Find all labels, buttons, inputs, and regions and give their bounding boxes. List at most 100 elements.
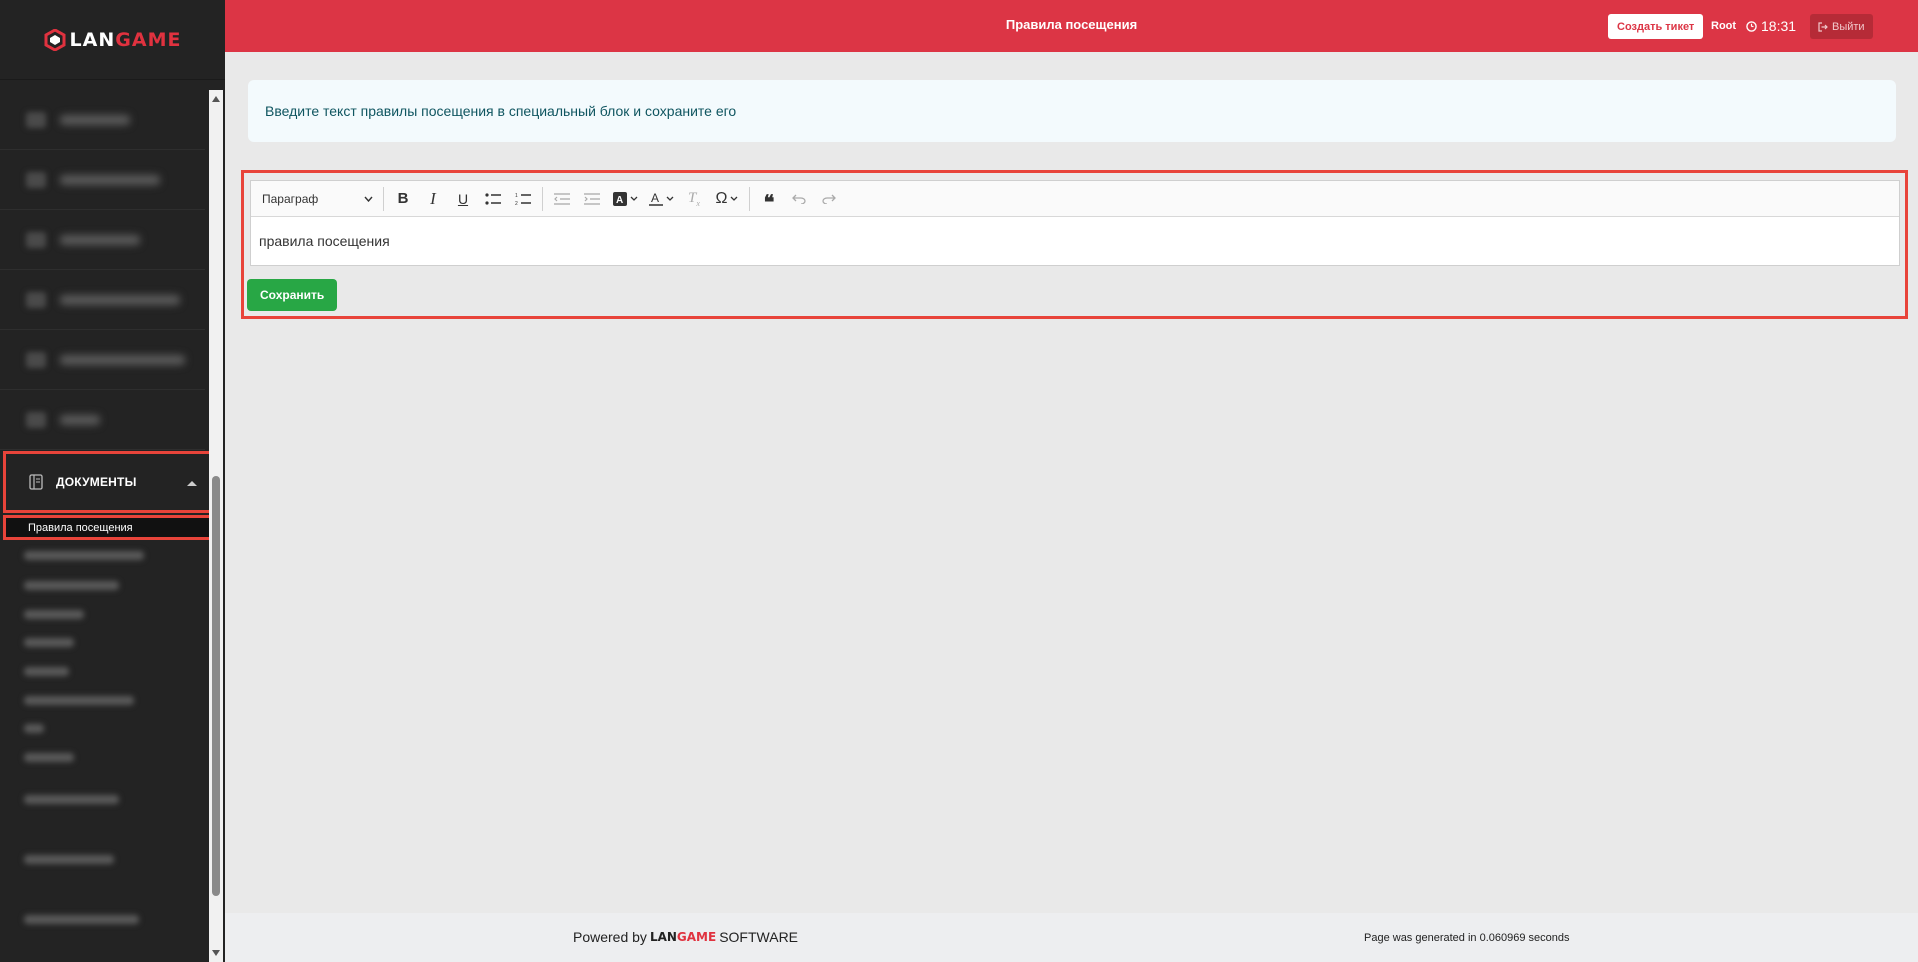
italic-button[interactable]: I <box>418 185 448 213</box>
blurred-subitem[interactable] <box>24 667 69 676</box>
paragraph-style-value: Параграф <box>262 191 319 206</box>
editor-toolbar: Параграф B I U 1 2 A A Tx Ω ❝ <box>251 181 1899 217</box>
blurred-label <box>60 234 140 245</box>
special-characters-dropdown[interactable]: Ω <box>709 185 745 213</box>
logo[interactable]: LANGAME <box>0 0 225 80</box>
blockquote-button[interactable]: ❝ <box>754 185 784 213</box>
blurred-subitem[interactable] <box>24 795 119 804</box>
blurred-subitem[interactable] <box>24 610 84 619</box>
footer: Powered by LANGAME SOFTWARE Page was gen… <box>225 913 1918 962</box>
redo-button[interactable] <box>814 185 844 213</box>
svg-text:2: 2 <box>515 201 518 205</box>
underline-button[interactable]: U <box>448 185 478 213</box>
blurred-label <box>60 414 100 425</box>
bold-button[interactable]: B <box>388 185 418 213</box>
blurred-subitem[interactable] <box>24 696 134 705</box>
blurred-label <box>60 114 130 125</box>
caret-up-icon <box>187 481 197 486</box>
blurred-icon <box>26 111 46 128</box>
blurred-subitem[interactable] <box>24 724 44 733</box>
remove-format-icon: Tx <box>688 189 700 208</box>
highlight-dropdown[interactable]: A <box>607 185 643 213</box>
editor-section: Параграф B I U 1 2 A A Tx Ω ❝ правила по… <box>241 170 1908 319</box>
blockquote-icon: ❝ <box>763 189 775 214</box>
info-alert-text: Введите текст правилы посещения в специа… <box>265 103 737 119</box>
rich-text-editor: Параграф B I U 1 2 A A Tx Ω ❝ правила по… <box>250 180 1900 266</box>
undo-button[interactable] <box>784 185 814 213</box>
svg-text:A: A <box>651 191 659 205</box>
chevron-down-icon <box>666 196 673 201</box>
footer-brand-suffix: SOFTWARE <box>719 929 799 945</box>
user-name[interactable]: Root <box>1711 20 1736 32</box>
sidebar-item-blurred[interactable] <box>0 390 205 450</box>
blurred-subitem[interactable] <box>24 581 119 590</box>
clock: 18:31 <box>1746 18 1796 34</box>
blurred-icon <box>26 231 46 248</box>
sidebar-item-blurred[interactable] <box>0 90 205 150</box>
outdent-button[interactable] <box>547 185 577 213</box>
logout-label: Выйти <box>1832 20 1865 33</box>
top-header: Правила посещения Создать тикет Root 18:… <box>225 0 1918 52</box>
clock-time: 18:31 <box>1761 18 1797 34</box>
blurred-label <box>60 294 180 305</box>
document-icon <box>29 474 43 490</box>
sidebar-subitem-visiting-rules[interactable]: Правила посещения <box>3 515 212 540</box>
clock-icon <box>1746 20 1757 32</box>
highlight-icon: A <box>612 191 627 206</box>
scrollbar-thumb[interactable] <box>212 476 220 896</box>
sidebar-item-blurred[interactable] <box>0 270 205 330</box>
sidebar-scrollbar[interactable] <box>209 90 223 962</box>
info-alert: Введите текст правилы посещения в специа… <box>248 80 1896 142</box>
blurred-subitem[interactable] <box>24 638 74 647</box>
powered-by: Powered by LANGAME SOFTWARE <box>573 929 798 945</box>
font-color-icon: A <box>648 191 663 206</box>
font-color-dropdown[interactable]: A <box>643 185 679 213</box>
blurred-icon <box>26 171 46 188</box>
editor-content-area[interactable]: правила посещения <box>251 217 1899 265</box>
generation-time: Page was generated in 0.060969 seconds <box>1364 932 1570 944</box>
powered-by-prefix: Powered by <box>573 929 647 945</box>
footer-brand[interactable]: LANGAME <box>650 930 716 944</box>
bulleted-list-button[interactable] <box>478 185 508 213</box>
italic-icon: I <box>430 188 436 208</box>
scroll-up-arrow-icon[interactable] <box>212 96 220 102</box>
special-chars-icon: Ω <box>715 189 728 207</box>
numbered-list-button[interactable]: 1 2 <box>508 185 538 213</box>
chevron-down-icon <box>630 196 637 201</box>
blurred-label <box>60 174 160 185</box>
undo-icon <box>792 194 806 204</box>
blurred-label <box>60 354 185 365</box>
sidebar-item-documents-label: ДОКУМЕНТЫ <box>56 475 137 489</box>
scroll-down-arrow-icon[interactable] <box>212 950 220 956</box>
sidebar-item-blurred[interactable] <box>0 150 205 210</box>
blurred-icon <box>26 411 46 428</box>
sidebar-item-blurred[interactable] <box>0 330 205 390</box>
blurred-subitem[interactable] <box>24 753 74 762</box>
paragraph-style-dropdown[interactable]: Параграф <box>257 186 379 212</box>
bold-icon: B <box>397 190 409 207</box>
redo-icon <box>822 194 836 204</box>
blurred-icon <box>26 351 46 368</box>
indent-button[interactable] <box>577 185 607 213</box>
sidebar-item-blurred[interactable] <box>0 210 205 270</box>
logout-icon <box>1818 21 1828 32</box>
blurred-subitem[interactable] <box>24 855 114 864</box>
create-ticket-button[interactable]: Создать тикет <box>1608 14 1704 39</box>
blurred-subitem[interactable] <box>24 915 139 924</box>
remove-format-button[interactable]: Tx <box>679 185 709 213</box>
svg-text:A: A <box>616 195 623 206</box>
svg-text:1: 1 <box>515 193 518 199</box>
outdent-icon <box>554 192 570 205</box>
sidebar-item-documents[interactable]: ДОКУМЕНТЫ <box>3 451 212 513</box>
indent-icon <box>584 192 600 205</box>
logo-text: LANGAME <box>69 28 182 51</box>
blurred-icon <box>26 291 46 308</box>
sidebar: LANGAME ДОКУМЕНТЫ Правила посещения <box>0 0 225 962</box>
logout-button[interactable]: Выйти <box>1810 14 1873 39</box>
toolbar-separator <box>542 186 543 211</box>
save-button[interactable]: Сохранить <box>247 279 338 311</box>
toolbar-separator <box>749 186 750 211</box>
blurred-subitem[interactable] <box>24 551 144 560</box>
toolbar-separator <box>383 186 384 211</box>
underline-icon: U <box>457 190 469 207</box>
